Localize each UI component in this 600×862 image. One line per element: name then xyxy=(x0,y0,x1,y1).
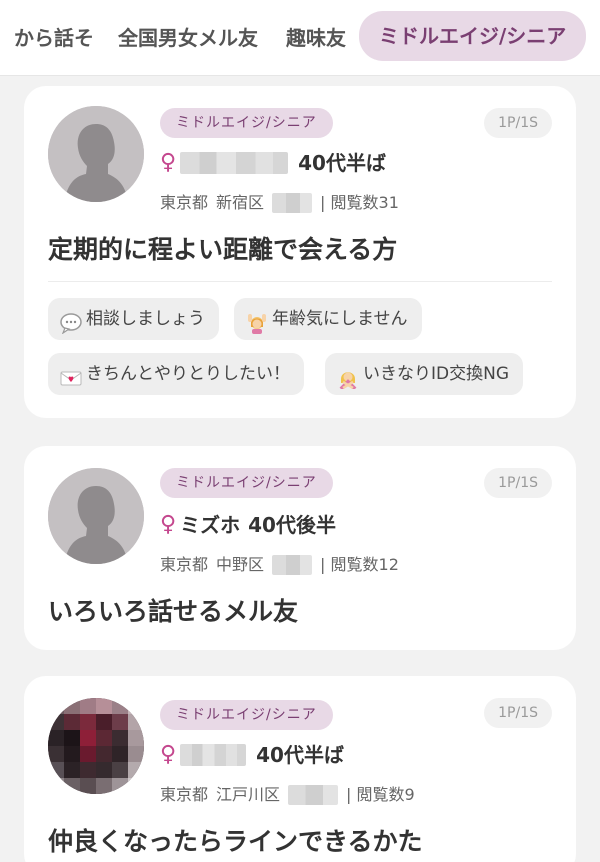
female-icon: ♀ xyxy=(160,150,177,175)
tag-chip: 年齢気にしません xyxy=(234,298,422,340)
woman-raising-hands-icon xyxy=(246,308,268,334)
location-line: 東京都 中野区 | 閲覧数12 xyxy=(160,552,399,578)
city: 新宿区 xyxy=(216,193,265,212)
blurred-name xyxy=(180,744,247,766)
woman-gesturing-no-icon xyxy=(337,363,359,391)
city: 中野区 xyxy=(216,555,265,574)
female-icon: ♀ xyxy=(160,512,177,537)
tag-chip: 相談しましょう xyxy=(48,298,219,340)
post-title[interactable]: 定期的に程よい距離で会える方 xyxy=(48,230,397,266)
blurred-area xyxy=(272,193,313,213)
tag-label: 相談しましょう xyxy=(86,309,205,329)
tab-hobby-friends[interactable]: 趣味友 xyxy=(286,16,346,60)
location-line: 東京都 新宿区 | 閲覧数31 xyxy=(160,190,399,216)
pixelated-photo xyxy=(48,698,144,794)
prefecture: 東京都 xyxy=(160,555,209,574)
page-count-badge: 1P/1S xyxy=(484,108,552,138)
female-icon: ♀ xyxy=(160,742,177,767)
tab-nationwide-mail-friends[interactable]: 全国男女メル友 xyxy=(118,16,258,60)
poster-name-line: ♀ 40代半ば xyxy=(160,148,386,178)
poster-name: ミズホ xyxy=(180,513,241,537)
tab-talk[interactable]: から話そ xyxy=(14,16,94,60)
blurred-area xyxy=(272,555,313,575)
prefecture: 東京都 xyxy=(160,193,209,212)
age-label: 40代半ば xyxy=(298,151,386,175)
tag-label: 年齢気にしません xyxy=(272,309,408,329)
post-card[interactable]: ミドルエイジ/シニア 1P/1S ♀ ミズホ 40代後半 東京都 中野区 | 閲… xyxy=(24,446,576,650)
city: 江戸川区 xyxy=(216,785,281,804)
love-letter-icon xyxy=(60,363,82,386)
blurred-area xyxy=(288,785,339,805)
age-label: 40代後半 xyxy=(248,513,336,537)
poster-name-line: ♀ 40代半ば xyxy=(160,740,344,770)
tab-middle-age-senior[interactable]: ミドルエイジ/シニア xyxy=(359,11,587,61)
poster-name-line: ♀ ミズホ 40代後半 xyxy=(160,510,336,540)
avatar[interactable] xyxy=(48,106,144,202)
blurred-name xyxy=(180,152,289,174)
view-count: | 閲覧数9 xyxy=(346,785,415,804)
page-count-badge: 1P/1S xyxy=(484,698,552,728)
speech-bubble-icon xyxy=(60,308,82,335)
post-title[interactable]: 仲良くなったらラインできるかた xyxy=(48,822,423,858)
post-card[interactable]: ミドルエイジ/シニア 1P/1S ♀ 40代半ば 東京都 新宿区 | 閲覧数31… xyxy=(24,86,576,418)
tag-label: きちんとやりとりしたい！ xyxy=(86,364,290,384)
tag-chip: いきなりID交換NG xyxy=(325,353,523,395)
avatar[interactable] xyxy=(48,698,144,794)
post-card[interactable]: ミドルエイジ/シニア 1P/1S ♀ 40代半ば 東京都 江戸川区 | 閲覧数9… xyxy=(24,676,576,862)
tag-chip: きちんとやりとりしたい！ xyxy=(48,353,304,395)
tag-label: いきなりID交換NG xyxy=(363,364,509,384)
silhouette-icon xyxy=(48,106,144,202)
view-count: | 閲覧数12 xyxy=(320,555,399,574)
category-tab-bar: から話そ 全国男女メル友 趣味友 ミドルエイジ/シニア xyxy=(0,0,600,76)
category-badge: ミドルエイジ/シニア xyxy=(160,468,333,498)
silhouette-icon xyxy=(48,468,144,564)
category-badge: ミドルエイジ/シニア xyxy=(160,700,333,730)
age-label: 40代半ば xyxy=(256,743,344,767)
prefecture: 東京都 xyxy=(160,785,209,804)
view-count: | 閲覧数31 xyxy=(320,193,399,212)
category-badge: ミドルエイジ/シニア xyxy=(160,108,333,138)
location-line: 東京都 江戸川区 | 閲覧数9 xyxy=(160,782,415,808)
divider xyxy=(48,281,552,282)
page-count-badge: 1P/1S xyxy=(484,468,552,498)
post-title[interactable]: いろいろ話せるメル友 xyxy=(48,592,298,628)
avatar[interactable] xyxy=(48,468,144,564)
